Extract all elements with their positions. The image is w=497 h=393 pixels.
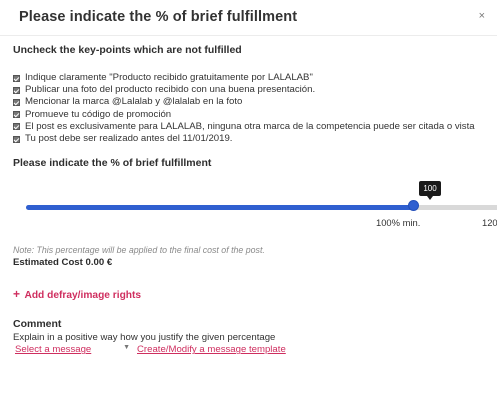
message-select-value: Select a message [15,344,92,356]
modal-body: Uncheck the key-points which are not ful… [0,44,497,355]
comment-title: Comment [13,318,62,331]
cost-note: Note: This percentage will be applied to… [13,245,265,256]
slider-max-label: 120% [482,217,497,229]
keypoint-label: Publicar una foto del producto recibido … [25,84,316,96]
estimated-cost-label: Estimated Cost 0.00 € [13,257,113,269]
checkbox-icon[interactable] [13,74,20,82]
brief-fulfillment-modal: Please indicate the % of brief fulfillme… [0,0,497,393]
close-icon[interactable]: × [479,10,485,22]
comment-controls: Select a message ▼ Create/Modify a messa… [13,344,484,355]
checkbox-icon[interactable] [13,86,20,94]
modal-title: Please indicate the % of brief fulfillme… [19,9,298,25]
estimated-cost: Estimated Cost 0.00 € [13,257,484,268]
plus-icon: + [13,287,21,302]
slider-track[interactable] [26,205,497,211]
keypoints-heading: Uncheck the key-points which are not ful… [13,44,242,56]
slider-value-tooltip: 100 [419,181,441,201]
checkbox-icon[interactable] [13,111,20,119]
slider-fill [26,205,414,211]
keypoint-label: Tu post debe ser realizado antes del 11/… [25,133,233,145]
keypoint-label: El post es exclusivamente para LALALAB, … [25,120,475,132]
fulfillment-heading: Please indicate the % of brief fulfillme… [13,157,212,170]
modal-header: Please indicate the % of brief fulfillme… [0,0,497,36]
slider-min-label: 100% min. [376,217,421,229]
comment-instructions: Explain in a positive way how you justif… [13,332,276,344]
checkbox-icon[interactable] [13,98,20,106]
message-select[interactable]: Select a message ▼ [13,344,133,355]
keypoint-item[interactable]: Promueve tu código de promoción [13,109,484,121]
keypoint-label: Indique claramente "Producto recibido gr… [25,72,313,83]
keypoint-item[interactable]: Tu post debe ser realizado antes del 11/… [13,133,484,145]
keypoint-label: Promueve tu código de promoción [25,108,172,120]
keypoint-item[interactable]: El post es exclusivamente para LALALAB, … [13,121,484,133]
keypoint-item[interactable]: Indique claramente "Producto recibido gr… [13,72,484,84]
add-defray-label: Add defray/image rights [24,290,142,302]
keypoints-list: Indique claramente "Producto recibido gr… [13,72,484,145]
add-defray-link[interactable]: + Add defray/image rights [13,287,141,301]
keypoint-item[interactable]: Publicar una foto del producto recibido … [13,84,484,96]
message-template-link[interactable]: Create/Modify a message template [137,344,286,355]
chevron-down-icon: ▼ [123,344,130,352]
checkbox-icon[interactable] [13,123,20,131]
checkbox-icon[interactable] [13,135,20,143]
keypoint-item[interactable]: Mencionar la marca @Lalalab y @lalalab e… [13,96,484,108]
keypoint-label: Mencionar la marca @Lalalab y @lalalab e… [25,96,243,108]
fulfillment-slider[interactable]: 100 100% min. 120% [13,177,497,241]
